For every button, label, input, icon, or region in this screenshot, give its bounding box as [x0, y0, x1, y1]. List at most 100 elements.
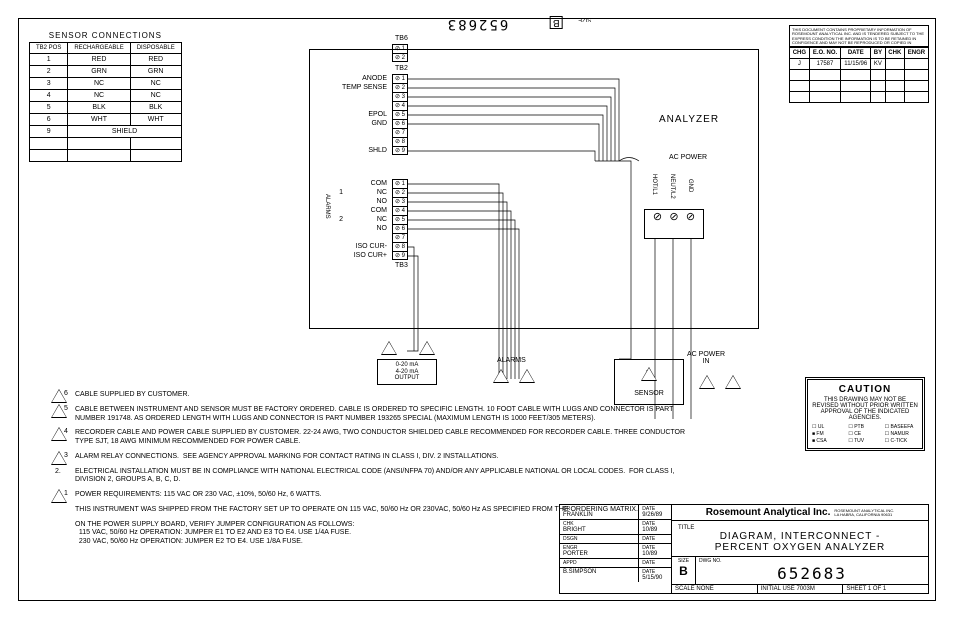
rc	[809, 92, 841, 103]
cell: 4	[30, 90, 68, 102]
company-name: Rosemount Analytical Inc.	[706, 507, 831, 518]
cell: WHT	[130, 114, 181, 126]
rc	[809, 81, 841, 92]
drawing-frame: 652683 B SIZE SENSOR CONNECTIONS TB2 POS…	[18, 18, 936, 601]
cell: 6	[30, 114, 68, 126]
alarms-side-label: ALARMS	[324, 194, 330, 219]
rc	[885, 81, 904, 92]
sensor-connections-table: SENSOR CONNECTIONS TB2 POS RECHARGEABLE …	[29, 31, 182, 162]
sensor-table-caption: SENSOR CONNECTIONS	[29, 31, 182, 42]
rc	[904, 70, 928, 81]
title-area: TITLE DIAGRAM, INTERCONNECT - PERCENT OX…	[672, 521, 928, 557]
ac-power-in-label: AC POWER IN	[687, 351, 725, 365]
cell: NC	[68, 90, 130, 102]
rc	[871, 92, 885, 103]
out-line: 4-20 mA	[378, 369, 436, 376]
rc	[841, 81, 871, 92]
cell: BLK	[68, 102, 130, 114]
cell: NC	[130, 78, 181, 90]
tb2-label: TB2	[395, 65, 408, 72]
folded-dwg-number: 652683	[446, 16, 509, 32]
rev-hdr: ENGR	[904, 48, 928, 59]
caution-body: THIS DRAWING MAY NOT BE REVISED WITHOUT …	[812, 397, 918, 421]
output-box: 0-20 mA 4-20 mA OUTPUT	[377, 359, 437, 385]
sig-com1: COM	[349, 180, 387, 187]
title-lbl: TITLE	[678, 525, 694, 531]
sig-isocurp: ISO CUR+	[329, 252, 387, 259]
cell: 5	[30, 102, 68, 114]
cell	[130, 150, 181, 162]
ac-hot: HOT/L1	[651, 174, 657, 195]
sheet-lbl: SHEET	[846, 586, 866, 592]
tb3-terminals: 123456789	[392, 179, 408, 260]
cell: 2	[30, 66, 68, 78]
sig-com2: COM	[349, 207, 387, 214]
tb3-label: TB3	[395, 262, 408, 269]
sig-nc1: NC	[349, 189, 387, 196]
rc	[904, 92, 928, 103]
cell	[30, 150, 68, 162]
rc	[885, 70, 904, 81]
cell	[68, 150, 130, 162]
rc	[904, 59, 928, 70]
cell: 1	[30, 54, 68, 66]
ac-gnd: GND	[687, 179, 693, 192]
cell: GRN	[68, 66, 130, 78]
cell: BLK	[130, 102, 181, 114]
revision-table: CHG E.O. NO. DATE BY CHK ENGR J1758711/1…	[789, 47, 929, 103]
cell: NC	[68, 78, 130, 90]
tri-num: 4	[730, 378, 734, 385]
folded-size: SIZE	[578, 16, 591, 22]
rc: 17587	[809, 59, 841, 70]
cell: WHT	[68, 114, 130, 126]
size-val: B	[675, 564, 692, 578]
analyzer-label: ANALYZER	[659, 114, 719, 125]
cell: SHIELD	[68, 126, 181, 138]
rc	[885, 59, 904, 70]
rc	[841, 92, 871, 103]
scale-val: NONE	[696, 586, 713, 592]
cell: 9	[30, 126, 68, 138]
alarms-bus-label: ALARMS	[497, 357, 526, 364]
ac-power-label: AC POWER	[669, 154, 729, 161]
rc	[885, 92, 904, 103]
rc	[790, 81, 810, 92]
sig-gnd: GND	[329, 120, 387, 127]
tri-num: 6	[424, 344, 428, 351]
cell	[30, 138, 68, 150]
folded-rev: B	[550, 16, 563, 29]
tb2-terminals: 123456789	[392, 74, 408, 155]
cell	[130, 138, 181, 150]
proprietary-note: THIS DOCUMENT CONTAINS PROPRIETARY INFOR…	[789, 25, 929, 47]
sig-epol: EPOL	[329, 111, 387, 118]
ac-neut: NEUT/L2	[669, 174, 675, 199]
company-row: Rosemount Analytical Inc. ROSEMOUNT ANAL…	[672, 505, 928, 521]
rev-hdr: CHG	[790, 48, 810, 59]
out-line: 0-20 mA	[378, 362, 436, 369]
sig-temp: TEMP SENSE	[319, 84, 387, 91]
tri-num: 1	[704, 378, 708, 385]
rc: J	[790, 59, 810, 70]
cell: NC	[130, 90, 181, 102]
sig-nc2: NC	[349, 216, 387, 223]
company-sub: ROSEMOUNT ANALYTICAL INC. LA HABRA, CALI…	[830, 509, 894, 517]
caution-box: CAUTION THIS DRAWING MAY NOT BE REVISED …	[805, 377, 925, 451]
drawing-title: DIAGRAM, INTERCONNECT - PERCENT OXYGEN A…	[678, 531, 922, 553]
th-pos: TB2 POS	[30, 43, 68, 54]
init-val: 7003M	[796, 586, 814, 592]
sig-shld: SHLD	[329, 147, 387, 154]
caution-agencies: ☐ UL☐ PTB☐ BASEEFA■ FM☐ CE☐ NAMUR■ CSA☐ …	[812, 424, 918, 444]
rc	[871, 70, 885, 81]
sig-no1: NO	[349, 198, 387, 205]
ac-term-icon: ⊘	[684, 210, 698, 223]
alarm-group-2: 2	[333, 216, 343, 223]
rc	[790, 70, 810, 81]
cell: GRN	[130, 66, 181, 78]
tri-num: 4	[386, 344, 390, 351]
sig-no2: NO	[349, 225, 387, 232]
cell: 3	[30, 78, 68, 90]
dwg-number: 652683	[699, 564, 925, 583]
sig-isocurn: ISO CUR-	[329, 243, 387, 250]
tri-num: 3	[498, 372, 502, 379]
signature-rows: DRFRANKLINDATE9/26/89CHKBRIGHTDATE10/89D…	[560, 505, 672, 593]
